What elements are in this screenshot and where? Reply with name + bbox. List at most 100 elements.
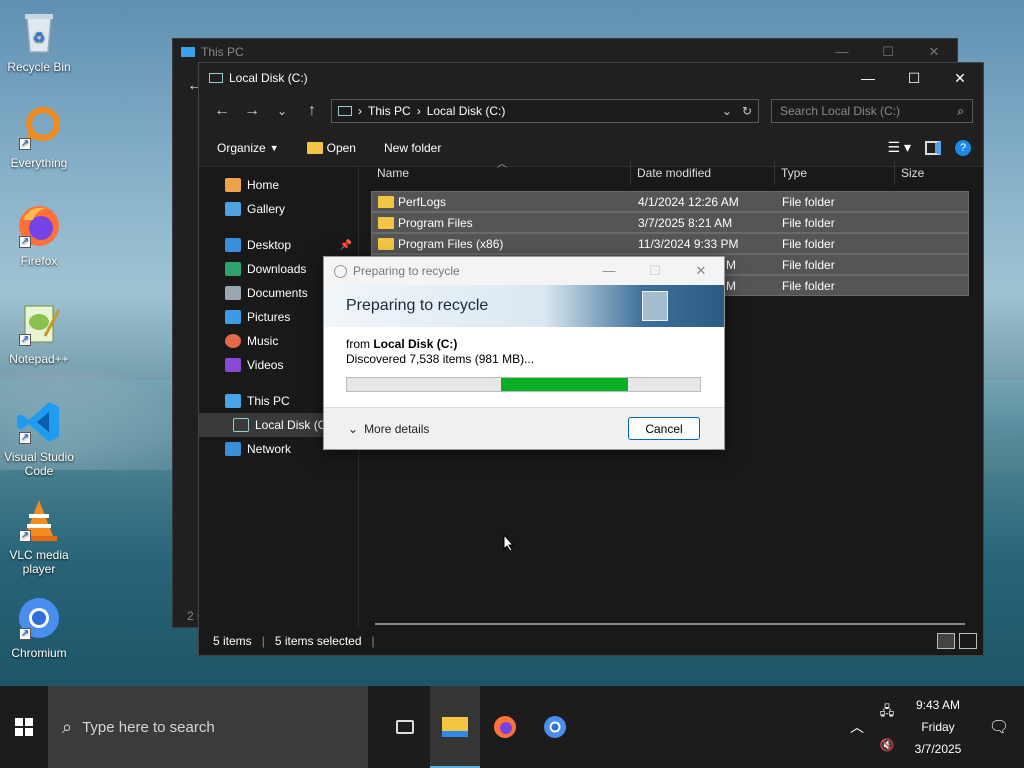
nav-item-gallery[interactable]: Gallery <box>199 197 358 221</box>
taskbar: ⌕ Type here to search ︿ 🖧 🔇 9:43 AM Frid… <box>0 686 1024 768</box>
address-bar[interactable]: › This PC › Local Disk (C:) ⌄ ↻ <box>331 99 759 123</box>
desktop-icon-label: Visual Studio Code <box>4 450 74 478</box>
source-name: Local Disk (C:) <box>373 337 458 351</box>
nav-label: Gallery <box>247 202 286 216</box>
notification-icon[interactable]: 🗨 <box>974 717 1024 737</box>
nav-item-desktop[interactable]: Desktop 📌 <box>199 233 358 257</box>
close-button[interactable]: ✕ <box>678 263 724 279</box>
taskbar-search-box[interactable]: ⌕ Type here to search <box>48 686 368 768</box>
explorer-titlebar[interactable]: Local Disk (C:) — ☐ ✕ <box>199 63 983 93</box>
help-icon[interactable]: ? <box>955 139 971 156</box>
search-input[interactable]: Search Local Disk (C:) ⌕ <box>771 99 973 123</box>
file-type: File folder <box>782 278 835 293</box>
document-icon <box>225 286 241 300</box>
file-type: File folder <box>782 215 835 230</box>
shortcut-arrow-icon: ↗ <box>19 530 31 542</box>
dialog-title: Preparing to recycle <box>353 264 460 278</box>
more-details-toggle[interactable]: ⌄ More details <box>348 422 429 436</box>
refresh-icon[interactable]: ↻ <box>742 104 752 118</box>
windows-logo-icon <box>15 718 33 736</box>
music-icon <box>225 334 241 348</box>
nav-label: Downloads <box>247 262 307 276</box>
back-arrow-icon[interactable]: ← <box>207 102 237 120</box>
maximize-button[interactable]: ☐ <box>865 44 911 60</box>
maximize-button[interactable]: ☐ <box>891 63 937 93</box>
nav-item-home[interactable]: Home <box>199 173 358 197</box>
table-row[interactable]: PerfLogs 4/1/2024 12:26 AM File folder <box>371 191 969 212</box>
folder-icon <box>378 217 394 230</box>
shortcut-arrow-icon: ↗ <box>19 138 31 150</box>
organize-button[interactable]: Organize ▼ <box>217 141 279 155</box>
clock[interactable]: 9:43 AM Friday 3/7/2025 <box>902 694 974 760</box>
desktop-icon-vscode[interactable]: ↗ Visual Studio Code <box>0 398 78 478</box>
start-button[interactable] <box>0 686 48 768</box>
breadcrumb-this-pc[interactable]: This PC <box>368 104 411 118</box>
shortcut-arrow-icon: ↗ <box>19 628 31 640</box>
nav-label: Desktop <box>247 238 292 252</box>
network-icon <box>225 442 241 456</box>
progress-fill <box>501 378 628 391</box>
column-header-type[interactable]: Type <box>775 161 895 185</box>
forward-arrow-icon[interactable]: → <box>237 102 267 120</box>
address-dropdown-icon[interactable]: ⌄ <box>722 104 732 118</box>
nav-divider <box>199 221 358 233</box>
close-button[interactable]: ✕ <box>937 63 983 93</box>
close-button[interactable]: ✕ <box>911 44 957 60</box>
vscode-icon: ↗ <box>15 398 63 446</box>
desktop-icon-firefox[interactable]: ↗ Firefox <box>0 202 78 268</box>
desktop-icon-chromium[interactable]: ↗ Chromium <box>0 594 78 660</box>
dialog-footer: ⌄ More details Cancel <box>324 407 724 449</box>
clock-date: 3/7/2025 <box>914 742 962 756</box>
search-icon: ⌕ <box>62 716 73 737</box>
window-title: Local Disk (C:) <box>229 71 308 85</box>
details-view-icon[interactable] <box>937 633 955 649</box>
breadcrumb-local-disk[interactable]: Local Disk (C:) <box>427 104 506 118</box>
task-view-button[interactable] <box>380 686 430 768</box>
home-icon <box>225 178 241 192</box>
chevron-down-icon[interactable]: ⌄ <box>267 104 297 118</box>
preview-pane-icon[interactable] <box>925 140 941 155</box>
sort-arrow-icon: ︿ <box>497 159 507 170</box>
desktop-icon-everything[interactable]: ↗ Everything <box>0 104 78 170</box>
desktop-icon-vlc[interactable]: ↗ VLC media player <box>0 496 78 576</box>
recycle-progress-dialog[interactable]: Preparing to recycle — ☐ ✕ Preparing to … <box>323 256 725 450</box>
pin-icon[interactable]: 📌 <box>340 240 352 251</box>
shortcut-arrow-icon: ↗ <box>19 236 31 248</box>
this-pc-icon <box>181 47 195 57</box>
view-options-icon[interactable]: ☰ ▾ <box>888 139 911 156</box>
firefox-icon <box>494 716 516 738</box>
recycle-bin-icon: ♻ <box>15 8 63 56</box>
shortcut-arrow-icon: ↗ <box>19 334 31 346</box>
minimize-button[interactable]: — <box>586 263 632 279</box>
taskbar-firefox[interactable] <box>480 686 530 768</box>
new-folder-button[interactable]: New folder <box>384 141 441 155</box>
desktop-icon-notepadpp[interactable]: ↗ Notepad++ <box>0 300 78 366</box>
dialog-titlebar[interactable]: Preparing to recycle — ☐ ✕ <box>324 257 724 285</box>
column-header-date[interactable]: Date modified <box>631 161 775 185</box>
large-icons-view-icon[interactable] <box>959 633 977 649</box>
table-row[interactable]: Program Files 3/7/2025 8:21 AM File fold… <box>371 212 969 233</box>
horizontal-scrollbar[interactable] <box>375 623 965 625</box>
shortcut-arrow-icon: ↗ <box>19 432 31 444</box>
network-icon[interactable]: 🖧 <box>880 702 895 724</box>
open-button[interactable]: Open <box>306 141 356 155</box>
minimize-button[interactable]: — <box>819 44 865 60</box>
maximize-button[interactable]: ☐ <box>632 263 678 279</box>
picture-icon <box>225 310 241 324</box>
chevron-down-icon: ⌄ <box>348 421 359 436</box>
file-date: 4/1/2024 12:26 AM <box>638 194 739 209</box>
up-arrow-icon[interactable]: ↑ <box>297 102 327 120</box>
search-placeholder: Search Local Disk (C:) <box>780 104 901 118</box>
minimize-button[interactable]: — <box>845 63 891 93</box>
task-view-icon <box>396 720 414 734</box>
column-header-size[interactable]: Size <box>895 161 971 185</box>
table-row[interactable]: Program Files (x86) 11/3/2024 9:33 PM Fi… <box>371 233 969 254</box>
chevron-up-icon[interactable]: ︿ <box>842 717 872 737</box>
taskbar-chromium[interactable] <box>530 686 580 768</box>
file-type: File folder <box>782 257 835 272</box>
taskbar-file-explorer[interactable] <box>430 686 480 768</box>
chromium-icon: ↗ <box>15 594 63 642</box>
volume-muted-icon[interactable]: 🔇 <box>880 738 895 752</box>
desktop-icon-recycle-bin[interactable]: ♻ Recycle Bin <box>0 8 78 74</box>
cancel-button[interactable]: Cancel <box>628 417 700 440</box>
